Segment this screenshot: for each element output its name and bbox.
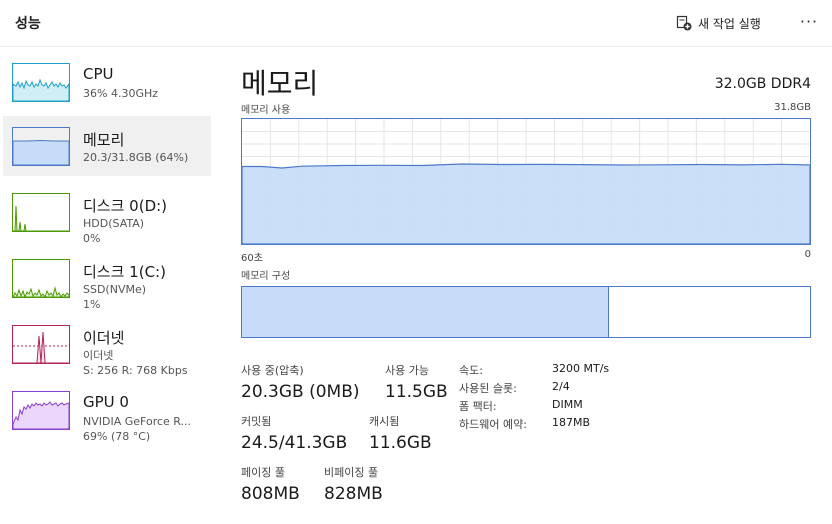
hardware-reserved-value: 187MB [552,416,591,429]
sidebar-item-detail: 36% 4.30GHz [83,87,159,100]
sidebar-item-title: 디스크 0(D:) [83,197,168,215]
sidebar-item-usage: 1% [83,298,101,311]
memory-usage-max: 31.8GB [774,102,811,113]
available-label: 사용 가능 [385,364,429,377]
memory-composition-label: 메모리 구성 [241,271,291,282]
sidebar-item-detail: NVIDIA GeForce R... [83,415,192,428]
committed-value: 24.5/41.3GB [241,433,348,453]
sidebar-item-usage: 0% [83,232,101,245]
slots-used-label: 사용된 슬롯: [459,382,517,395]
disk-1-thumbnail-graph [12,259,70,298]
sidebar-item-detail: HDD(SATA) [83,217,145,230]
hardware-reserved-label: 하드웨어 예약: [459,418,527,431]
cached-value: 11.6GB [369,433,432,453]
paged-pool-value: 808MB [241,484,300,504]
memory-thumbnail-graph [12,127,70,166]
form-factor-value: DIMM [552,398,583,411]
memory-title: 메모리 [241,67,319,100]
sidebar-item-gpu-0[interactable]: GPU 0 NVIDIA GeForce R... 69% (78 °C) [3,380,211,443]
composition-in-use-segment [242,287,607,337]
nonpaged-pool-value: 828MB [324,484,383,504]
in-use-label: 사용 중(압축) [241,364,304,377]
new-task-label: 새 작업 실행 [698,16,761,31]
memory-usage-area [241,163,811,245]
sidebar-item-detail: 이더넷 [83,349,114,362]
paged-pool-label: 페이징 풀 [241,466,285,479]
sidebar-item-ethernet[interactable]: 이더넷 이더넷 S: 256 R: 768 Kbps [3,314,211,377]
gpu-thumbnail-graph [12,391,70,430]
sidebar-item-title: CPU [83,65,114,83]
more-options-button[interactable]: ··· [798,10,820,34]
header-bar: 성능 새 작업 실행 ··· [0,0,832,47]
sidebar-item-title: GPU 0 [83,393,129,411]
sidebar-item-title: 이더넷 [83,329,125,347]
new-task-icon [676,15,692,31]
sidebar-item-disk-0[interactable]: 디스크 0(D:) HDD(SATA) 0% [3,182,211,245]
memory-usage-label: 메모리 사용 [241,105,291,116]
memory-usage-graph [241,118,811,245]
sidebar-item-disk-1[interactable]: 디스크 1(C:) SSD(NVMe) 1% [3,248,211,311]
committed-label: 커밋됨 [241,415,272,428]
sidebar-item-title: 메모리 [83,131,125,149]
sidebar-item-detail: 20.3/31.8GB (64%) [83,151,189,164]
memory-composition-bar [241,286,811,338]
cpu-thumbnail-graph [12,63,70,102]
speed-label: 속도: [459,364,483,377]
nonpaged-pool-label: 비페이징 풀 [324,466,379,479]
available-value: 11.5GB [385,382,448,402]
sidebar-item-title: 디스크 1(C:) [83,263,166,281]
in-use-value: 20.3GB (0MB) [241,382,360,402]
page-title: 성능 [15,16,41,32]
ethernet-thumbnail-graph [12,325,70,364]
sidebar-item-cpu[interactable]: CPU 36% 4.30GHz [3,52,211,112]
sidebar-item-usage: 69% (78 °C) [83,430,151,443]
x-axis-left-label: 60초 [241,253,263,264]
speed-value: 3200 MT/s [552,362,610,375]
composition-modified-segment [605,287,610,337]
sidebar-item-detail: SSD(NVMe) [83,283,147,296]
form-factor-label: 폼 팩터: [459,400,497,413]
sidebar-item-memory[interactable]: 메모리 20.3/31.8GB (64%) [3,116,211,176]
memory-spec: 32.0GB DDR4 [714,76,811,92]
cached-label: 캐시됨 [369,415,400,428]
x-axis-right-label: 0 [804,249,811,260]
disk-0-thumbnail-graph [12,193,70,232]
slots-used-value: 2/4 [552,380,570,393]
new-task-button[interactable]: 새 작업 실행 [676,12,761,34]
sidebar-item-usage: S: 256 R: 768 Kbps [83,364,188,377]
